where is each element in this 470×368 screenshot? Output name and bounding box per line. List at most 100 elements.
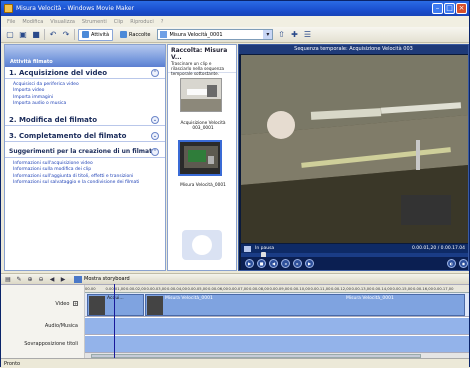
collections-button[interactable]: Raccolte bbox=[116, 29, 154, 41]
snapshot-button[interactable]: ◉ bbox=[459, 259, 468, 268]
zoom-out-icon[interactable]: ⊖ bbox=[37, 275, 45, 283]
clip-image bbox=[181, 79, 221, 111]
time-ruler[interactable]: 00.00 0.00.01,00 0.00.02,00 0.00.03,00 0… bbox=[85, 285, 469, 293]
task-pane-title: Attività filmato bbox=[10, 59, 53, 65]
minimize-button[interactable]: – bbox=[432, 3, 443, 14]
toolbar-separator bbox=[74, 29, 75, 40]
menu-help[interactable]: ? bbox=[161, 19, 164, 25]
play-button[interactable]: ▶ bbox=[245, 259, 254, 268]
task-link[interactable]: Importa audio o musica bbox=[13, 101, 165, 107]
timeline-clip[interactable]: Acqui... bbox=[87, 294, 144, 316]
collection-title: Raccolta: Misura V... bbox=[171, 47, 228, 61]
ruler-tick: 0.00.14,00 bbox=[372, 286, 392, 291]
rewind-timeline-icon[interactable]: ◀ bbox=[48, 275, 56, 283]
task-section-edit: 2. Modifica del filmato ⌄ bbox=[5, 114, 165, 127]
menu-clip[interactable]: Clip bbox=[114, 19, 123, 25]
ruler-tick: 0.00.15,00 bbox=[392, 286, 413, 291]
collections-icon bbox=[120, 31, 128, 38]
maximize-button[interactable]: □ bbox=[444, 3, 455, 14]
preview-monitor: Sequenza temporale: Acquisizione Velocit… bbox=[238, 44, 469, 271]
menu-tools[interactable]: Strumenti bbox=[82, 19, 107, 25]
section-header[interactable]: Suggerimenti per la creazione di un film… bbox=[5, 146, 165, 159]
menu-view[interactable]: Visualizza bbox=[50, 19, 75, 25]
save-icon[interactable]: ■ bbox=[31, 30, 41, 40]
monitor-title: Sequenza temporale: Acquisizione Velocit… bbox=[239, 45, 468, 54]
collection-select-value: Misura Velocità_0001 bbox=[169, 31, 223, 38]
ruler-tick: 0.00.17,00 bbox=[433, 286, 454, 291]
clip-thumbnail[interactable] bbox=[178, 140, 222, 176]
section-header[interactable]: 2. Modifica del filmato ⌄ bbox=[5, 114, 165, 127]
section-title: 3. Completamento del filmato bbox=[9, 131, 127, 140]
title-overlay-track[interactable] bbox=[85, 336, 469, 353]
split-clip-button[interactable]: ◐ bbox=[447, 259, 456, 268]
set-audio-levels-icon[interactable]: ▤ bbox=[4, 275, 12, 283]
chevron-down-icon[interactable]: ▾ bbox=[263, 30, 273, 39]
playback-status-row: In pausa 0.00.01,20 / 0.00.17.04 bbox=[241, 244, 468, 253]
fast-forward-button[interactable]: ▸ bbox=[293, 259, 302, 268]
task-section-finish: 3. Completamento del filmato ⌄ bbox=[5, 130, 165, 143]
ruler-tick: 0.00.16,00 bbox=[413, 286, 433, 291]
ruler-tick: 0.00.03,00 bbox=[146, 286, 167, 291]
ruler-tick: 0.00.04,00 bbox=[167, 286, 187, 291]
playhead[interactable] bbox=[114, 284, 115, 358]
clip-image bbox=[180, 142, 220, 174]
show-storyboard-button[interactable]: Mostra storyboard bbox=[74, 275, 130, 283]
zoom-in-icon[interactable]: ⊕ bbox=[26, 275, 34, 283]
timeline-toolbar: ▤ ✎ ⊕ ⊖ ◀ ▶ Mostra storyboard bbox=[1, 273, 469, 284]
close-button[interactable]: × bbox=[456, 3, 467, 14]
menu-bar: File Modifica Visualizza Strumenti Clip … bbox=[1, 16, 469, 27]
undo-icon[interactable]: ↶ bbox=[48, 30, 58, 40]
expand-icon[interactable]: + bbox=[73, 301, 78, 306]
toolbar: ▢ ▣ ■ ↶ ↷ Attività Raccolte Misura Veloc… bbox=[1, 27, 469, 43]
playback-status: In pausa bbox=[255, 246, 275, 251]
video-track[interactable]: Acqui... Misura Velocità_0001 Misura Vel… bbox=[85, 293, 469, 317]
new-collection-icon[interactable]: ✚ bbox=[289, 30, 299, 40]
section-header[interactable]: 3. Completamento del filmato ⌄ bbox=[5, 130, 165, 143]
clip-thumbnail[interactable] bbox=[180, 78, 222, 112]
title-bar[interactable]: Misura Velocità - Windows Movie Maker – … bbox=[1, 1, 469, 16]
collections-label: Raccolte bbox=[129, 31, 151, 38]
section-title: 2. Modifica del filmato bbox=[9, 115, 98, 124]
narrate-icon[interactable]: ✎ bbox=[15, 275, 23, 283]
film-strip-watermark-icon bbox=[182, 230, 222, 260]
chevron-down-icon[interactable]: ⌄ bbox=[151, 115, 159, 124]
timeline-clip[interactable]: Misura Velocità_0001 Misura Velocità_000… bbox=[145, 294, 465, 316]
play-timeline-icon[interactable]: ▶ bbox=[59, 275, 67, 283]
app-icon bbox=[4, 4, 13, 13]
open-project-icon[interactable]: ▣ bbox=[18, 30, 28, 40]
tasks-button[interactable]: Attività bbox=[78, 28, 114, 41]
next-frame-button[interactable]: ▶ bbox=[305, 259, 314, 268]
stop-button[interactable]: ■ bbox=[257, 259, 266, 268]
collection-select[interactable]: Misura Velocità_0001 ▾ bbox=[157, 29, 274, 40]
up-folder-icon[interactable]: ⇧ bbox=[276, 30, 286, 40]
view-options-icon[interactable]: ☰ bbox=[302, 30, 312, 40]
ruler-tick: 0.00.10,00 bbox=[290, 286, 310, 291]
audio-track[interactable] bbox=[85, 318, 469, 335]
ruler-tick: 0.00.12,00 bbox=[331, 286, 351, 291]
section-title: Suggerimenti per la creazione di un film… bbox=[9, 148, 157, 156]
folder-icon bbox=[160, 31, 168, 38]
new-project-icon[interactable]: ▢ bbox=[5, 30, 15, 40]
menu-play[interactable]: Riproduci bbox=[130, 19, 154, 25]
collection-hint: Trascinare un clip e rilasciarlo nella s… bbox=[171, 61, 225, 76]
chevron-up-icon[interactable]: ⌃ bbox=[151, 147, 159, 156]
section-header[interactable]: 1. Acquisizione del video ⌃ bbox=[5, 67, 165, 79]
ruler-tick: 00.00 bbox=[85, 286, 96, 291]
monitor-icon bbox=[244, 245, 251, 252]
rewind-button[interactable]: ◂ bbox=[281, 259, 290, 268]
tasks-icon bbox=[82, 31, 89, 38]
ruler-tick: 0.00.11,00 bbox=[310, 286, 331, 291]
ruler-tick: 0.00.02,00 bbox=[126, 286, 146, 291]
menu-file[interactable]: File bbox=[7, 19, 15, 25]
ruler-tick: 0.00.07,00 bbox=[228, 286, 249, 291]
storyboard-icon bbox=[74, 275, 82, 283]
tip-link[interactable]: Informazioni sul salvataggio e la condiv… bbox=[13, 180, 165, 186]
redo-icon[interactable]: ↷ bbox=[61, 30, 71, 40]
previous-frame-button[interactable]: ◀ bbox=[269, 259, 278, 268]
movie-tasks-pane: Attività filmato 1. Acquisizione del vid… bbox=[4, 44, 166, 271]
audio-track-label: Audio/Musica bbox=[44, 323, 78, 329]
chevron-up-icon[interactable]: ⌃ bbox=[151, 68, 159, 77]
video-track-label: Video + bbox=[1, 301, 81, 307]
chevron-down-icon[interactable]: ⌄ bbox=[151, 131, 159, 140]
menu-edit[interactable]: Modifica bbox=[22, 19, 43, 25]
